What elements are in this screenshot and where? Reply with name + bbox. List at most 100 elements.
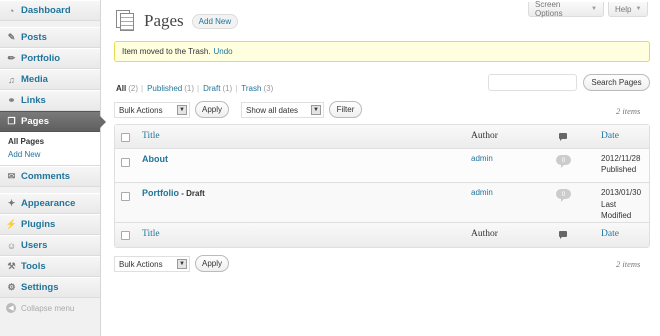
select-all-checkbox[interactable] (121, 231, 130, 240)
appearance-icon: ✦ (7, 198, 16, 208)
sidebar-item-appearance[interactable]: ✦ Appearance (0, 193, 100, 214)
pencil-icon: ✏ (7, 53, 16, 63)
filter-button[interactable]: Filter (329, 101, 362, 118)
row-post-state: - Draft (181, 189, 205, 198)
pages-table: Title Author Date About admin 0 2012/11/… (114, 124, 650, 248)
filter-all[interactable]: All (116, 84, 126, 93)
status-filter-links: All (2) | Published (1) | Draft (1) | Trash (3) (116, 84, 276, 93)
pin-icon: ✎ (7, 32, 16, 42)
sidebar-item-label: Plugins (21, 219, 56, 230)
items-count-bottom: 2 items (616, 259, 641, 269)
column-author-header: Author (471, 131, 498, 141)
apply-button[interactable]: Apply (195, 101, 229, 118)
bulk-actions-select-bottom[interactable]: Bulk Actions ▼ (114, 256, 190, 272)
help-label: Help (615, 4, 632, 14)
chevron-down-icon: ▼ (177, 105, 187, 115)
apply-button-bottom[interactable]: Apply (195, 255, 229, 272)
row-status: Published (601, 165, 637, 174)
row-author-link[interactable]: admin (471, 188, 493, 197)
filter-count: (2) (128, 84, 139, 93)
table-row: Portfolio - Draft admin 0 2013/01/30 Las… (115, 183, 649, 223)
filter-trash[interactable]: Trash (241, 84, 261, 93)
column-date-footer[interactable]: Date (601, 229, 619, 239)
search-pages-button[interactable]: Search Pages (583, 74, 650, 91)
sidebar-item-label: Links (21, 95, 46, 106)
sidebar-item-posts[interactable]: ✎ Posts (0, 27, 100, 48)
column-title-footer[interactable]: Title (142, 229, 160, 239)
sidebar-item-dashboard[interactable]: ◔ Dashboard (0, 0, 100, 21)
sidebar-item-label: Media (21, 74, 48, 85)
add-new-button[interactable]: Add New (191, 13, 239, 29)
filter-draft[interactable]: Draft (203, 84, 220, 93)
sidebar-item-tools[interactable]: ⚒ Tools (0, 256, 100, 277)
sidebar-item-users[interactable]: ☺ Users (0, 235, 100, 256)
sidebar-item-media[interactable]: ♫ Media (0, 69, 100, 90)
dashboard-icon: ◔ (8, 5, 15, 16)
items-count: 2 items (616, 106, 641, 116)
undo-link[interactable]: Undo (213, 47, 232, 56)
row-status: Last Modified (601, 200, 632, 220)
collapse-arrow-icon: ◀ (6, 303, 16, 313)
notice-text: Item moved to the Trash. (122, 47, 211, 56)
tools-icon: ⚒ (7, 261, 16, 271)
settings-icon: ⚙ (7, 282, 16, 292)
column-title-header[interactable]: Title (142, 131, 160, 141)
sidebar-item-label: Appearance (21, 198, 76, 209)
sidebar-item-label: Tools (21, 261, 46, 272)
comment-icon[interactable] (559, 133, 567, 141)
chevron-down-icon: ▼ (635, 6, 642, 12)
sidebar-item-plugins[interactable]: ⚡ Plugins (0, 214, 100, 235)
filter-published[interactable]: Published (147, 84, 182, 93)
table-header-row: Title Author Date (115, 125, 649, 149)
screen-options-button[interactable]: Screen Options ▼ (528, 0, 604, 18)
row-checkbox[interactable] (121, 158, 130, 167)
table-row: About admin 0 2012/11/28 Published (115, 149, 649, 183)
filter-count: (1) (222, 84, 233, 93)
bulk-actions-value: Bulk Actions (119, 105, 163, 115)
screen-options-label: Screen Options (535, 0, 563, 18)
comment-count-bubble[interactable]: 0 (556, 155, 571, 168)
link-icon: ⚭ (7, 95, 16, 105)
admin-sidebar: ◔ Dashboard ✎ Posts ✏ Portfolio ♫ Media ⚭ Lin… (0, 0, 106, 336)
row-title-cell: About (142, 154, 168, 164)
row-date: 2012/11/28 (601, 154, 641, 163)
date-filter-select[interactable]: Show all dates ▼ (241, 102, 324, 118)
submenu-all-pages[interactable]: All Pages (0, 135, 100, 148)
sidebar-item-pages[interactable]: ❐ Pages (0, 111, 106, 132)
comment-icon[interactable] (559, 231, 567, 239)
comment-icon: ✉ (7, 171, 16, 181)
filter-count: (1) (184, 84, 195, 93)
select-all-checkbox[interactable] (121, 133, 130, 142)
row-title-link[interactable]: About (142, 154, 168, 164)
sidebar-item-settings[interactable]: ⚙ Settings (0, 277, 100, 298)
media-icon: ♫ (8, 74, 15, 85)
collapse-menu-label: Collapse menu (21, 303, 75, 313)
sidebar-item-label: Pages (21, 116, 49, 127)
chevron-down-icon: ▼ (591, 6, 597, 12)
chevron-down-icon: ▼ (311, 105, 321, 115)
sidebar-item-label: Posts (21, 32, 47, 43)
date-filter-value: Show all dates (246, 105, 299, 115)
column-date-header[interactable]: Date (601, 131, 619, 141)
search-input[interactable] (488, 74, 577, 91)
page-header: Pages Add New (114, 10, 239, 32)
sidebar-item-comments[interactable]: ✉ Comments (0, 166, 100, 187)
separator: | (197, 84, 200, 93)
row-checkbox[interactable] (121, 192, 130, 201)
table-footer-row: Title Author Date (115, 223, 649, 247)
collapse-menu-button[interactable]: ◀ Collapse menu (0, 298, 100, 318)
column-author-footer: Author (471, 229, 498, 239)
chevron-down-icon: ▼ (177, 259, 187, 269)
row-title-link[interactable]: Portfolio (142, 188, 179, 198)
sidebar-item-portfolio[interactable]: ✏ Portfolio (0, 48, 100, 69)
sidebar-item-label: Users (21, 240, 48, 251)
comment-count-bubble[interactable]: 0 (556, 189, 571, 202)
bulk-actions-select[interactable]: Bulk Actions ▼ (114, 102, 190, 118)
plug-icon: ⚡ (5, 219, 18, 229)
sidebar-item-label: Portfolio (21, 53, 61, 64)
row-author-link[interactable]: admin (471, 154, 493, 163)
submenu-add-new[interactable]: Add New (0, 148, 100, 161)
sidebar-item-links[interactable]: ⚭ Links (0, 90, 100, 111)
pages-icon (114, 10, 136, 32)
help-button[interactable]: Help ▼ (608, 2, 648, 17)
